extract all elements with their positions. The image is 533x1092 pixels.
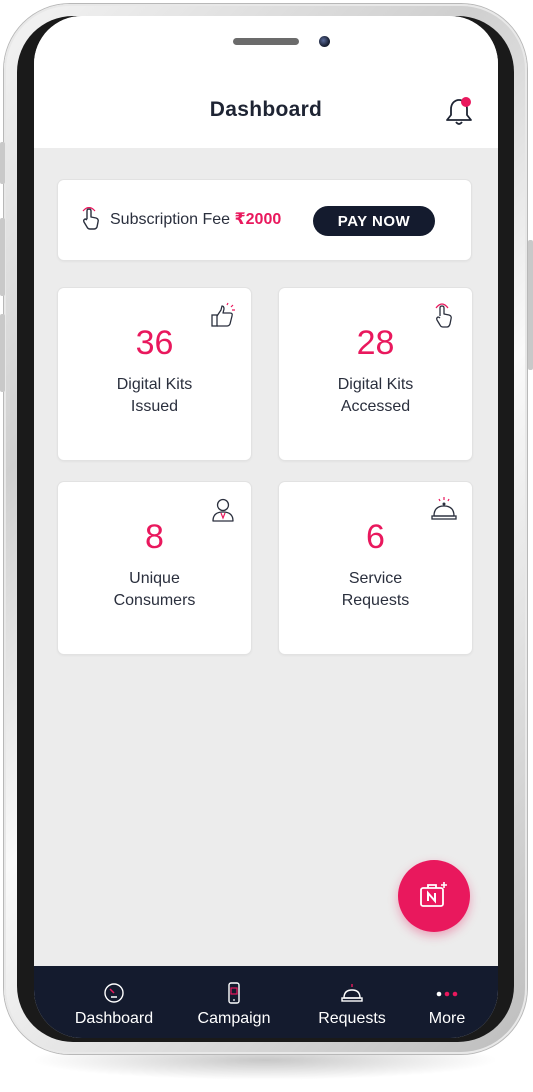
stat-label: Digital Kits Issued	[116, 376, 193, 415]
stat-card-kits-issued[interactable]: 36 Digital Kits Issued	[58, 288, 251, 460]
tap-hand-icon	[80, 206, 102, 231]
speaker-grille	[233, 38, 299, 45]
subscription-fee-label: Subscription Fee	[110, 211, 231, 228]
stat-label: Digital Kits Accessed	[337, 376, 414, 415]
notification-dot	[461, 97, 471, 107]
nav-item-requests[interactable]: Requests	[304, 966, 400, 1038]
mute-switch	[0, 142, 5, 184]
stat-value: 6	[366, 518, 385, 556]
bottom-navigation: Dashboard Campaign Requests More	[34, 966, 498, 1038]
page-title: Dashboard	[209, 98, 323, 121]
phone-notch	[134, 16, 398, 66]
front-camera	[319, 36, 330, 47]
dots-icon	[436, 982, 458, 1004]
subscription-fee-amount: ₹2000	[234, 211, 282, 228]
nav-label: More	[428, 1010, 466, 1027]
subscription-fee-text: Subscription Fee ₹2000	[110, 209, 281, 229]
stat-value: 8	[145, 518, 164, 556]
stat-card-kits-accessed[interactable]: 28 Digital Kits Accessed	[279, 288, 472, 460]
stat-card-service-requests[interactable]: 6 Service Requests	[279, 482, 472, 654]
stat-label: Service Requests	[341, 570, 410, 609]
nav-label: Requests	[318, 1010, 386, 1027]
app-screen: Dashboard Subscription Fee ₹2000 PAY NOW	[34, 16, 498, 1038]
stat-value: 28	[356, 324, 395, 362]
power-button	[528, 240, 533, 370]
nav-label: Dashboard	[74, 1010, 154, 1027]
nav-item-more[interactable]: More	[414, 966, 480, 1038]
nav-label: Campaign	[197, 1010, 271, 1027]
add-kit-fab[interactable]	[398, 860, 470, 932]
bell-icon[interactable]	[444, 94, 476, 128]
gauge-icon	[103, 982, 125, 1004]
pay-now-button[interactable]: PAY NOW	[313, 206, 435, 236]
subscription-card: Subscription Fee ₹2000 PAY NOW	[58, 180, 471, 260]
app-header: Dashboard	[34, 16, 498, 148]
mobile-icon	[223, 982, 245, 1004]
nav-item-dashboard[interactable]: Dashboard	[64, 966, 164, 1038]
add-kit-icon	[420, 882, 447, 907]
stat-value: 36	[135, 324, 174, 362]
stat-card-unique-consumers[interactable]: 8 Unique Consumers	[58, 482, 251, 654]
stat-label: Unique Consumers	[113, 570, 196, 609]
nav-item-campaign[interactable]: Campaign	[186, 966, 282, 1038]
volume-up-button	[0, 218, 5, 296]
service-bell-icon	[341, 982, 363, 1004]
volume-down-button	[0, 314, 5, 392]
